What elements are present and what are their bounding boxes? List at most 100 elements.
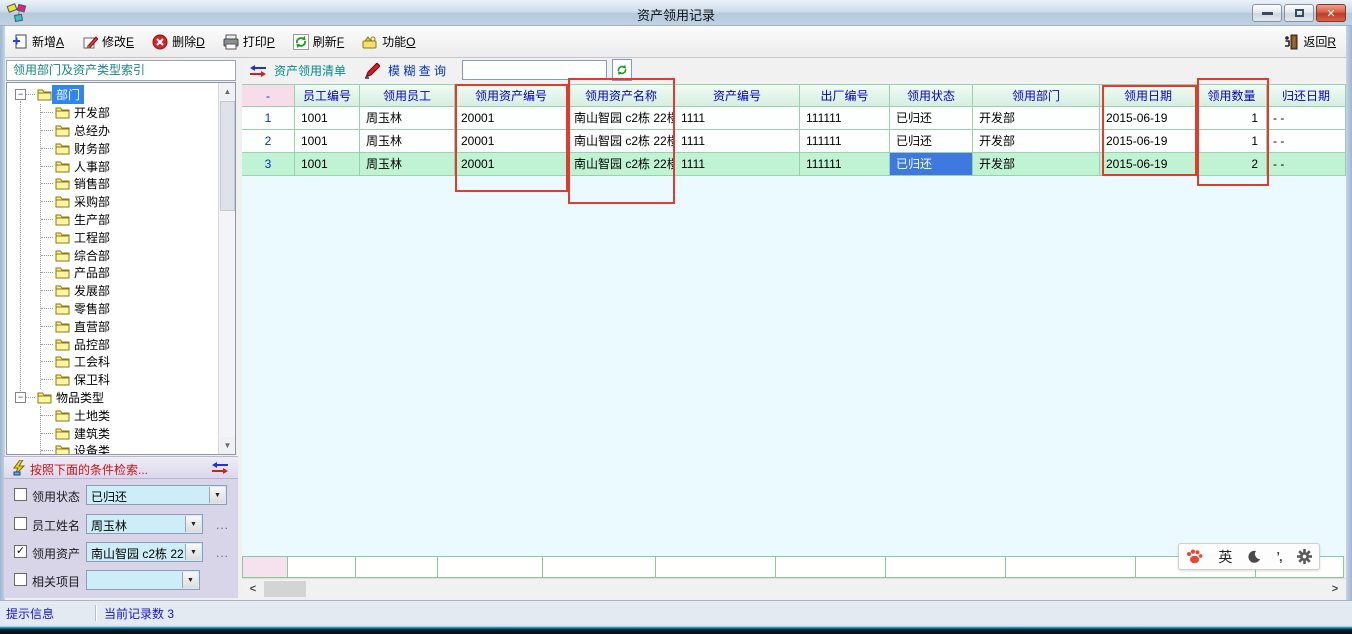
new-button[interactable]: 新增A [6,30,70,53]
column-header[interactable]: 领用日期 [1100,84,1197,107]
column-header[interactable]: 归还日期 [1267,84,1346,107]
folder-icon [55,124,70,137]
folder-icon [55,284,70,297]
tree-item[interactable]: 生产部 [41,211,218,229]
english-mode-button[interactable]: 英 [1218,547,1232,567]
column-header[interactable]: 领用资产名称 [568,84,675,107]
punctuation-icon[interactable]: ’, [1276,549,1281,564]
column-header[interactable]: 领用资产编号 [455,84,568,107]
table-row-selected[interactable]: 3 1001 周玉林 20001 南山智园 c2栋 22楼 1111 11111… [242,153,1346,176]
print-button[interactable]: 打印P [217,30,281,53]
quick-refresh-button[interactable] [612,59,632,81]
column-header[interactable]: 领用部门 [973,84,1100,107]
chevron-down-icon: ▼ [185,516,201,532]
scrollbar-thumb[interactable] [220,101,235,211]
tree-item[interactable]: 直营部 [41,317,218,335]
asset-list-button[interactable]: 资产领用清单 [250,62,346,79]
footer-cell [438,556,543,578]
employee-more-button[interactable]: ... [216,518,229,532]
tree-item[interactable]: 设备类 [41,442,218,455]
filter-header: 按照下面的条件检索... [4,457,238,479]
scroll-down-icon[interactable]: ▼ [219,437,236,454]
tree-item[interactable]: 土地类 [41,406,218,424]
search-input[interactable] [462,60,607,80]
folder-icon [55,231,70,244]
scroll-up-icon[interactable]: ▲ [219,83,236,100]
column-header[interactable]: 领用员工 [360,84,455,107]
column-header[interactable]: 出厂编号 [800,84,890,107]
checkbox-project[interactable] [14,573,27,586]
tree-item[interactable]: 产品部 [41,264,218,282]
collapse-icon[interactable]: − [15,89,26,100]
folder-icon [55,355,70,368]
swap-arrows-icon[interactable] [212,462,228,474]
folder-icon [55,177,70,190]
close-icon: ✕ [1326,7,1335,20]
function-button[interactable]: 功能O [356,30,421,53]
tree-item-root-item-types[interactable]: − 物品类型 [15,389,218,407]
tree-scrollbar[interactable]: ▲ ▼ [218,83,235,454]
column-header[interactable]: 领用数量 [1197,84,1267,107]
horizontal-scrollbar[interactable]: < > [242,578,1346,598]
status-combobox[interactable]: 已归还 ▼ [86,485,227,505]
app-window: 资产领用记录 ✕ 新增A 修改E 删除D 打印P 刷新F [0,0,1352,634]
checkbox-status[interactable] [14,488,27,501]
close-button[interactable]: ✕ [1316,4,1346,22]
tree-item[interactable]: 品控部 [41,335,218,353]
return-button[interactable]: 返回R [1277,30,1342,53]
tree-item[interactable]: 人事部 [41,157,218,175]
asset-more-button[interactable]: ... [216,546,229,560]
main-toolbar: 新增A 修改E 删除D 打印P 刷新F 功能O 返回R [0,26,1352,58]
scroll-right-icon[interactable]: > [1326,580,1344,598]
refresh-button[interactable]: 刷新F [287,30,350,53]
checkbox-asset[interactable]: ✓ [14,545,27,558]
scrollbar-thumb[interactable] [264,581,306,597]
delete-button[interactable]: 删除D [146,30,211,53]
status-left: 提示信息 [6,605,96,621]
tree-item[interactable]: 保卫科 [41,371,218,389]
folder-icon [55,427,70,440]
table-row[interactable]: 1 1001 周玉林 20001 南山智园 c2栋 22楼 1111 11111… [242,107,1346,130]
maximize-button[interactable] [1284,4,1314,22]
minimize-button[interactable] [1252,4,1282,22]
status-bar: 提示信息 当前记录数 3 [0,600,1352,624]
tree-item[interactable]: 采购部 [41,193,218,211]
function-icon [362,34,378,50]
project-combobox[interactable]: ▼ [86,570,200,590]
column-header[interactable]: - [242,84,295,107]
tree-item-root-departments[interactable]: − 部门 [15,86,218,104]
ime-bar: 英 ’, [1178,543,1320,570]
swap-arrows-icon [250,65,266,77]
tree-item[interactable]: 财务部 [41,139,218,157]
tree-item[interactable]: 总经办 [41,122,218,140]
collapse-icon[interactable]: − [15,392,26,403]
column-header[interactable]: 资产编号 [675,84,800,107]
employee-combobox[interactable]: 周玉林 ▼ [86,514,203,534]
delete-icon [152,34,168,50]
tree-item[interactable]: 建筑类 [41,424,218,442]
tree-item[interactable]: 开发部 [41,104,218,122]
window-title: 资产领用记录 [0,5,1352,24]
gear-icon[interactable] [1297,549,1312,564]
tree-item[interactable]: 零售部 [41,300,218,318]
status-record-count: 当前记录数 3 [104,605,174,622]
tree-item[interactable]: 工会科 [41,353,218,371]
footer-cell [776,556,886,578]
moon-icon[interactable] [1247,550,1261,564]
edit-button[interactable]: 修改E [76,30,140,53]
scroll-left-icon[interactable]: < [244,580,262,598]
tree-item[interactable]: 工程部 [41,228,218,246]
column-header[interactable]: 员工编号 [295,84,360,107]
footer-cell [356,556,438,578]
tree-item[interactable]: 发展部 [41,282,218,300]
asset-combobox[interactable]: 南山智园 c2栋 22楼 ▼ [86,542,203,562]
tree-item[interactable]: 综合部 [41,246,218,264]
minimize-icon [1262,12,1273,15]
fuzzy-query-button[interactable]: 模 糊 查 询 [364,62,446,79]
tree-item[interactable]: 销售部 [41,175,218,193]
paw-icon[interactable] [1186,549,1203,565]
table-row[interactable]: 2 1001 周玉林 20001 南山智园 c2栋 22楼 1111 11111… [242,130,1346,153]
maximize-icon [1295,9,1304,17]
checkbox-employee[interactable] [14,517,27,530]
column-header[interactable]: 领用状态 [890,84,973,107]
